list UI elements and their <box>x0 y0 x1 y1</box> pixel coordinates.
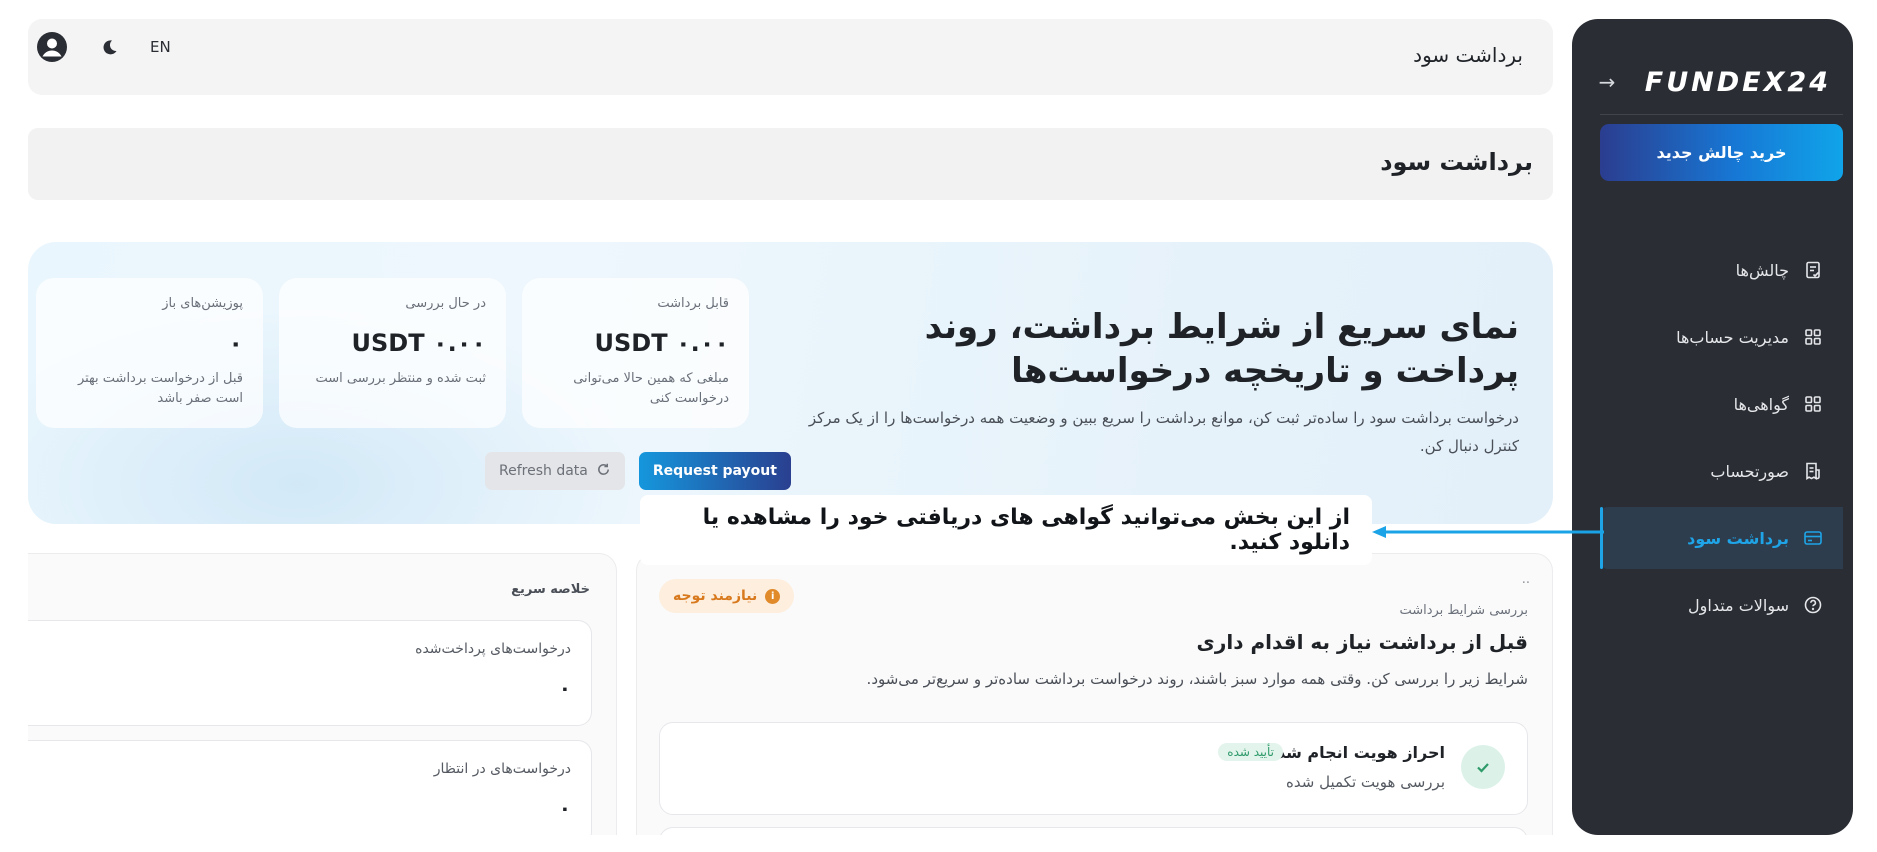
check-subtitle: بررسی هویت تکمیل شده <box>1286 773 1445 791</box>
refresh-data-label: Refresh data <box>499 463 588 479</box>
check-title: احراز هویت انجام شده <box>1267 743 1445 762</box>
summary-label: درخواست‌های در انتظار <box>433 761 571 777</box>
sidebar-item-certificates[interactable]: گواهی‌ها <box>1600 373 1843 435</box>
hero-heading: نمای سریع از شرایط برداشت، روند پرداخت و… <box>924 307 1519 391</box>
needs-attention-label: نیازمند توجه <box>673 588 758 604</box>
stat-label: در حال بررسی <box>405 296 486 311</box>
sidebar: FUNDEX24 → خرید چالش جدید چالش‌ها مدیریت… <box>1572 19 1853 835</box>
request-payout-button[interactable]: Request payout <box>638 452 791 490</box>
stat-card-withdrawable: قابل برداشت USDT ۰.۰۰ مبلغی که همین حالا… <box>522 278 749 428</box>
guide-tooltip: از این بخش می‌توانید گواهی های دریافتی خ… <box>640 495 1372 565</box>
sidebar-item-challenges[interactable]: چالش‌ها <box>1600 239 1843 301</box>
quick-summary-card: خلاصه سریع درخواست‌های پرداخت‌شده ۰ درخو… <box>28 553 617 852</box>
card-icon <box>1803 528 1823 548</box>
refresh-data-button[interactable]: Refresh data <box>485 452 625 490</box>
conditions-description: شرایط زیر را بررسی کن. وقتی همه موارد سب… <box>866 670 1528 688</box>
logo-row: FUNDEX24 → <box>1572 63 1853 103</box>
stat-value: USDT ۰.۰۰ <box>351 329 486 357</box>
language-toggle[interactable]: EN <box>150 38 171 56</box>
stat-card-under-review: در حال بررسی USDT ۰.۰۰ ثبت شده و منتظر ب… <box>279 278 506 428</box>
header-title: برداشت سود <box>1413 43 1523 67</box>
stat-label: قابل برداشت <box>657 296 729 311</box>
hero-actions: Refresh data Request payout <box>485 452 791 490</box>
guide-tooltip-text: از این بخش می‌توانید گواهی های دریافتی خ… <box>702 505 1350 555</box>
sidebar-item-label: برداشت سود <box>1687 528 1789 548</box>
user-avatar-icon[interactable] <box>36 31 68 63</box>
info-icon: i <box>765 588 781 604</box>
sidebar-item-label: مدیریت حساب‌ها <box>1676 327 1789 347</box>
stat-note: قبل از درخواست برداشت بهتر است صفر باشد <box>77 371 243 406</box>
moon-icon[interactable] <box>98 36 120 58</box>
summary-value: ۰ <box>558 676 571 700</box>
summary-label: درخواست‌های پرداخت‌شده <box>415 641 571 657</box>
summary-title: خلاصه سریع <box>511 582 590 597</box>
grid-icon <box>1803 327 1823 347</box>
stat-note: ثبت شده و منتظر بررسی است <box>315 371 487 386</box>
verified-badge: تأیید شده <box>1218 743 1283 761</box>
sidebar-nav: چالش‌ها مدیریت حساب‌ها گواهی‌ها صورتحساب… <box>1600 239 1843 641</box>
needs-attention-badge: i نیازمند توجه <box>659 579 795 613</box>
sidebar-item-invoices[interactable]: صورتحساب <box>1600 440 1843 502</box>
collapse-sidebar-arrow-icon[interactable]: → <box>1594 69 1620 95</box>
stats-row: قابل برداشت USDT ۰.۰۰ مبلغی که همین حالا… <box>36 278 749 428</box>
sidebar-item-account-management[interactable]: مدیریت حساب‌ها <box>1600 306 1843 368</box>
grid-icon <box>1803 394 1823 414</box>
viewport-bottom <box>0 835 1877 852</box>
check-row-identity: احراز هویت انجام شده تأیید شده بررسی هوی… <box>659 722 1528 815</box>
summary-paid-requests: درخواست‌های پرداخت‌شده ۰ <box>28 620 592 726</box>
page-title-bar: برداشت سود <box>28 128 1553 200</box>
tooltip-arrow-icon <box>1372 526 1604 538</box>
hero-panel: نمای سریع از شرایط برداشت، روند پرداخت و… <box>28 242 1553 524</box>
brand-logo[interactable]: FUNDEX24 <box>1645 67 1831 98</box>
stat-card-open-positions: پوزیشن‌های باز ۰ قبل از درخواست برداشت ب… <box>36 278 263 428</box>
checklist-icon <box>1803 260 1823 280</box>
summary-pending-requests: درخواست‌های در انتظار ۰ <box>28 740 592 846</box>
top-header: برداشت سود EN <box>28 19 1553 95</box>
sidebar-item-label: صورتحساب <box>1710 461 1789 481</box>
header-actions: EN <box>36 31 171 63</box>
conditions-title: قبل از برداشت نیاز به اقدام داری <box>1196 630 1528 654</box>
summary-value: ۰ <box>558 796 571 820</box>
card-dots: .. <box>1521 572 1530 587</box>
sidebar-item-label: گواهی‌ها <box>1733 394 1789 414</box>
hero-description: درخواست برداشت سود را ساده‌تر ثبت کن، مو… <box>808 409 1519 455</box>
sidebar-item-label: چالش‌ها <box>1735 260 1789 280</box>
invoice-icon <box>1803 461 1823 481</box>
stat-value: USDT ۰.۰۰ <box>594 329 729 357</box>
divider <box>1600 114 1843 115</box>
stat-note: مبلغی که همین حالا می‌توانی درخواست کنی <box>573 371 729 406</box>
page-title: برداشت سود <box>1380 148 1533 176</box>
question-circle-icon <box>1803 595 1823 615</box>
conditions-eyebrow: بررسی شرایط برداشت <box>1399 603 1528 618</box>
withdrawal-conditions-card: .. بررسی شرایط برداشت قبل از برداشت نیاز… <box>636 553 1553 852</box>
sidebar-item-faq[interactable]: سوالات متداول <box>1600 574 1843 636</box>
stat-value: ۰ <box>228 329 243 357</box>
sidebar-item-profit-withdrawal[interactable]: برداشت سود <box>1600 507 1843 569</box>
sidebar-item-label: سوالات متداول <box>1688 595 1789 615</box>
buy-new-challenge-button[interactable]: خرید چالش جدید <box>1600 124 1843 181</box>
checkmark-icon <box>1461 745 1505 789</box>
stat-label: پوزیشن‌های باز <box>162 296 243 311</box>
refresh-icon <box>596 462 611 481</box>
